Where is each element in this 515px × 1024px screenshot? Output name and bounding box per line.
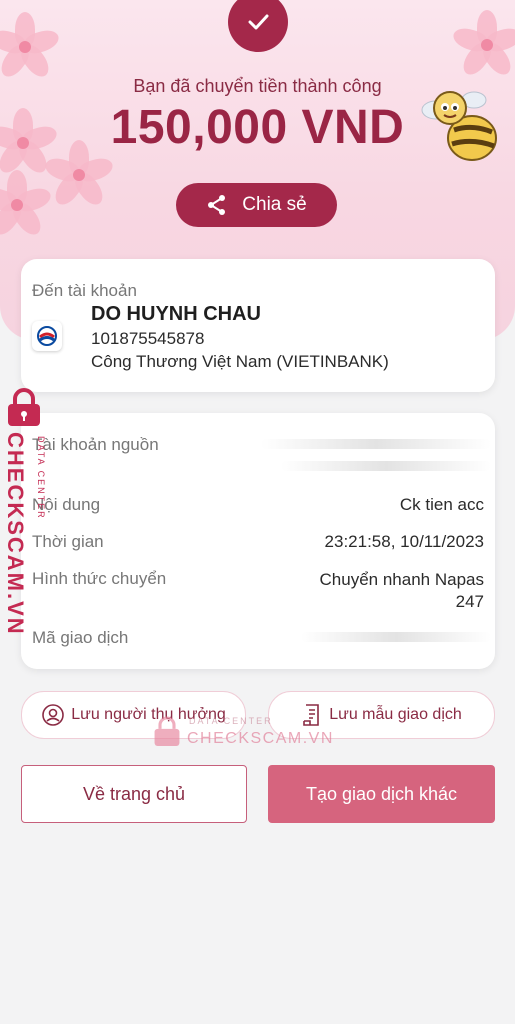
transfer-method-row: Hình thức chuyển Chuyển nhanh Napas 247 bbox=[32, 569, 484, 613]
recipient-name: DO HUYNH CHAU bbox=[91, 303, 261, 325]
time-row: Thời gian 23:21:58, 10/11/2023 bbox=[32, 532, 484, 552]
content-value: Ck tien acc bbox=[399, 495, 484, 514]
transaction-details-card: Tài khoản nguồn Nội dung Ck tien acc Thờ… bbox=[21, 413, 495, 669]
share-icon bbox=[208, 195, 226, 215]
redacted-value bbox=[281, 461, 491, 471]
redacted-value bbox=[301, 632, 491, 642]
new-transaction-button[interactable]: Tạo giao dịch khác bbox=[268, 765, 495, 823]
share-label: Chia sẻ bbox=[242, 194, 307, 215]
flower-decoration bbox=[450, 10, 515, 80]
flower-decoration bbox=[0, 170, 54, 240]
lock-icon bbox=[8, 388, 40, 426]
recipient-section-label: Đến tài khoản bbox=[32, 281, 137, 300]
recipient-account-number: 101875545878 bbox=[91, 329, 205, 348]
content-row: Nội dung Ck tien acc bbox=[32, 495, 484, 515]
recipient-card: Đến tài khoản DO HUYNH CHAU 101875545878… bbox=[21, 259, 495, 392]
bee-mascot-icon bbox=[421, 91, 497, 161]
transfer-method-line1: Chuyển nhanh Napas bbox=[319, 570, 484, 589]
home-button[interactable]: Về trang chủ bbox=[21, 765, 247, 823]
watermark-brand-center: CHECKSCAM.VN bbox=[187, 730, 334, 747]
success-check-icon bbox=[228, 0, 288, 52]
redacted-value bbox=[261, 439, 491, 449]
share-button[interactable]: Chia sẻ bbox=[176, 183, 337, 227]
transfer-method-line2: 247 bbox=[455, 592, 484, 611]
watermark-sub-center: DATA CENTER bbox=[189, 716, 273, 726]
watermark-brand-vertical: CHECKSCAM.VN bbox=[3, 432, 28, 636]
save-template-label: Lưu mẫu giao dịch bbox=[329, 706, 462, 723]
transfer-method-value: Chuyển nhanh Napas 247 bbox=[320, 569, 484, 613]
lock-icon bbox=[154, 716, 180, 746]
time-value: 23:21:58, 10/11/2023 bbox=[324, 532, 484, 551]
watermark-sub-vertical: DATA CENTER bbox=[36, 436, 46, 520]
checkscam-center-watermark: DATA CENTER CHECKSCAM.VN bbox=[153, 716, 333, 750]
user-icon bbox=[42, 704, 65, 726]
flower-decoration bbox=[0, 12, 62, 82]
transaction-id-label: Mã giao dịch bbox=[32, 628, 129, 647]
recipient-bank-name: Công Thương Việt Nam (VIETINBANK) bbox=[91, 352, 389, 371]
vietinbank-logo-icon bbox=[32, 321, 62, 351]
